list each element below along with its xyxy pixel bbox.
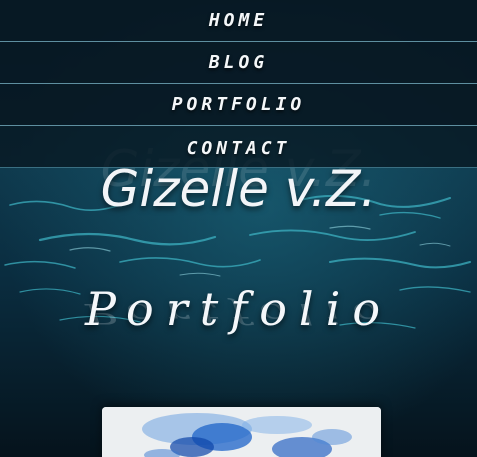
nav-blog-link[interactable]: BLOG xyxy=(209,52,268,73)
page-heading: Portfolio xyxy=(84,282,393,336)
nav-item-home[interactable]: HOME xyxy=(0,0,477,42)
portfolio-thumbnail[interactable] xyxy=(102,407,381,457)
nav-portfolio-link[interactable]: PORTFOLIO xyxy=(172,94,306,115)
nav-item-contact[interactable]: CONTACT xyxy=(0,126,477,168)
nav-item-portfolio[interactable]: PORTFOLIO xyxy=(0,84,477,126)
main-navigation: HOME BLOG PORTFOLIO CONTACT xyxy=(0,0,477,168)
nav-item-blog[interactable]: BLOG xyxy=(0,42,477,84)
nav-contact-link[interactable]: CONTACT xyxy=(187,138,291,159)
page: HOME BLOG PORTFOLIO CONTACT Gizelle v.Z.… xyxy=(0,0,477,457)
nav-home-link[interactable]: HOME xyxy=(209,10,268,31)
site-title: Gizelle v.Z. xyxy=(100,160,377,218)
watercolor-artwork-image xyxy=(102,407,381,457)
